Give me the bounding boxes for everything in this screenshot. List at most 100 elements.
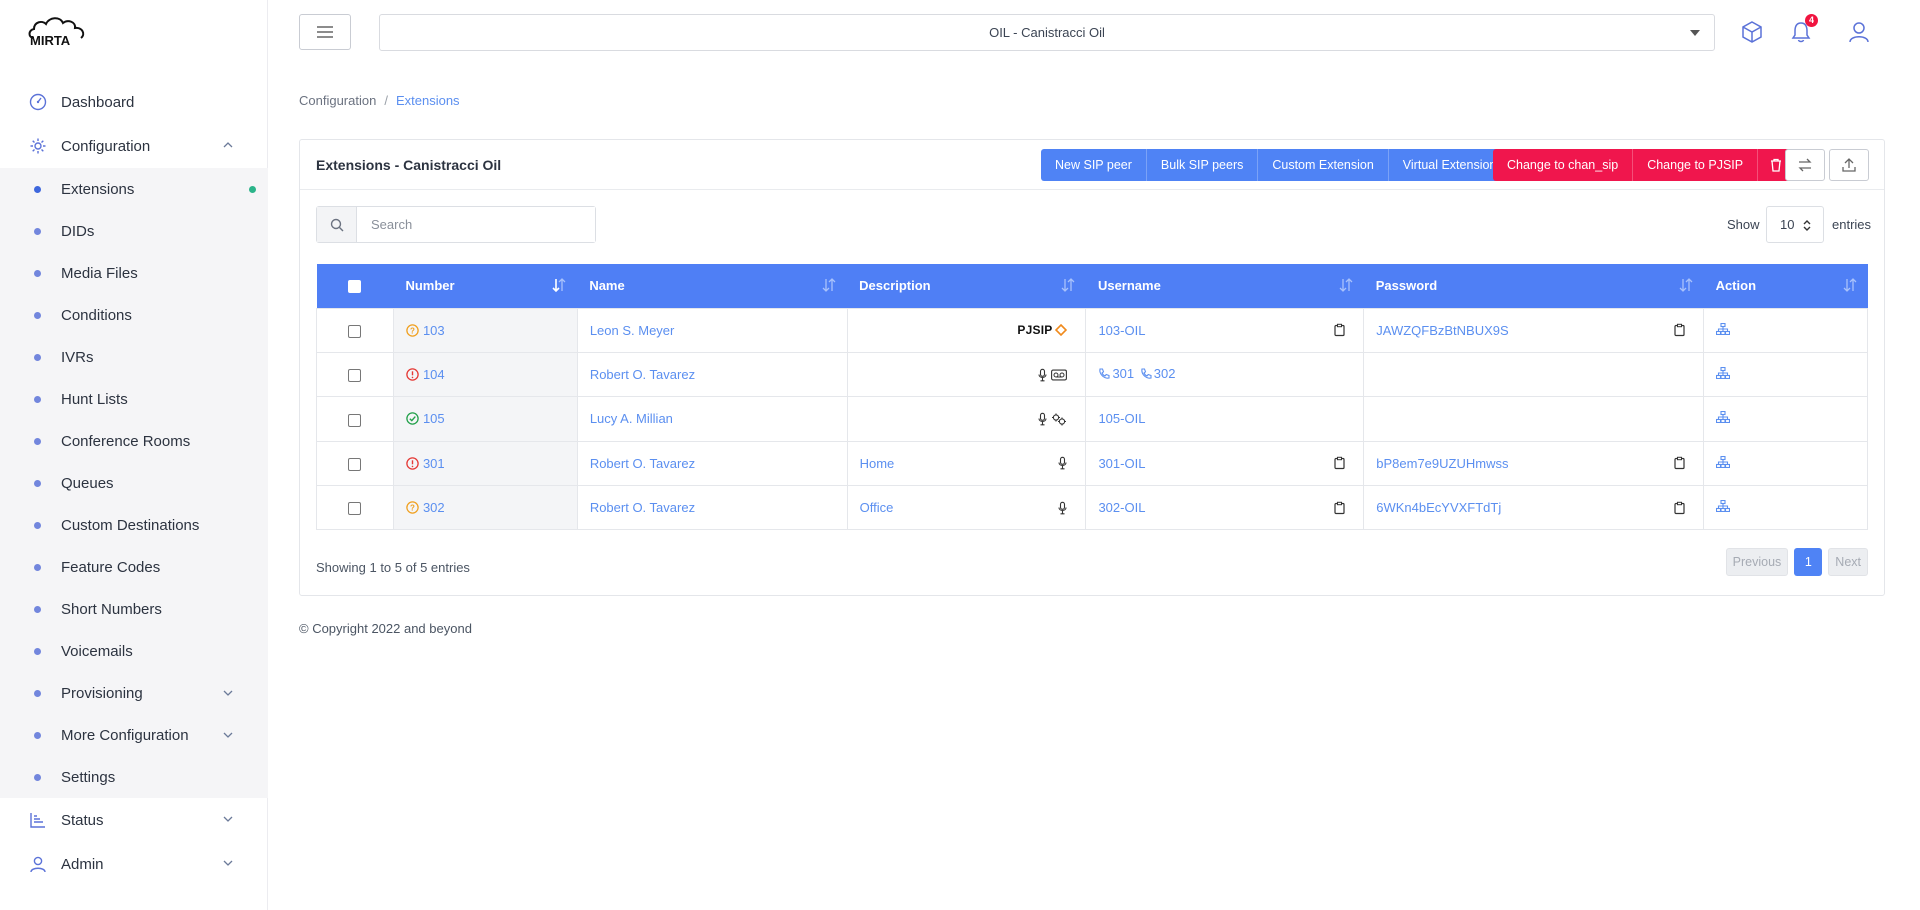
extension-number-link[interactable]: 103 (423, 323, 445, 338)
bullet-icon (34, 648, 41, 655)
sidebar-item-ivrs[interactable]: IVRs (0, 336, 268, 378)
mirta-logo[interactable]: MIRTA (26, 14, 96, 52)
menu-toggle-button[interactable] (299, 14, 351, 50)
page-1-button[interactable]: 1 (1794, 548, 1823, 576)
sidebar-item-status[interactable]: Status (0, 798, 268, 842)
cube-icon[interactable] (1739, 19, 1765, 45)
copy-password-icon[interactable] (1674, 323, 1685, 337)
sidebar-item-hunt-lists[interactable]: Hunt Lists (0, 378, 268, 420)
sidebar-item-extensions[interactable]: Extensions (0, 168, 268, 210)
copy-password-icon[interactable] (1674, 457, 1685, 470)
sidebar-item-queues[interactable]: Queues (0, 462, 268, 504)
sidebar-item-dids[interactable]: DIDs (0, 210, 268, 252)
copy-username-icon[interactable] (1334, 323, 1345, 337)
column-header-action[interactable]: Action (1704, 264, 1868, 308)
export-button[interactable] (1829, 149, 1869, 181)
hierarchy-icon[interactable] (1716, 500, 1731, 513)
bullet-icon (34, 690, 41, 697)
change-to-pjsip-button[interactable]: Change to PJSIP (1633, 149, 1759, 181)
change-to-chan-sip-button[interactable]: Change to chan_sip (1493, 149, 1634, 181)
bell-icon[interactable]: 4 (1788, 14, 1818, 45)
sidebar-item-configuration[interactable]: Configuration (0, 124, 268, 168)
copy-username-icon[interactable] (1334, 501, 1345, 514)
copy-password-icon[interactable] (1674, 501, 1685, 514)
search-input[interactable] (357, 207, 595, 242)
extension-name-link[interactable]: Robert O. Tavarez (590, 500, 695, 515)
page-size-select[interactable]: 10 (1766, 206, 1824, 243)
sidebar-item-more-configuration[interactable]: More Configuration (0, 714, 268, 756)
active-indicator (249, 186, 256, 193)
extension-name-link[interactable]: Robert O. Tavarez (590, 367, 695, 382)
username-value[interactable]: 105-OIL (1098, 411, 1145, 426)
column-header-password[interactable]: Password (1364, 264, 1704, 308)
password-value[interactable]: 6WKn4bEcYVXFTdTj (1376, 500, 1501, 515)
hierarchy-icon[interactable] (1716, 367, 1731, 380)
column-header-username[interactable]: Username (1086, 264, 1364, 308)
row-checkbox[interactable] (348, 457, 362, 471)
row-checkbox[interactable] (348, 324, 362, 338)
hierarchy-icon[interactable] (1716, 411, 1731, 424)
hierarchy-icon[interactable] (1716, 322, 1731, 335)
page-title: Extensions - Canistracci Oil (316, 157, 502, 173)
password-value[interactable]: bP8em7e9UZUHmwss (1376, 456, 1508, 471)
column-header-name[interactable]: Name (577, 264, 847, 308)
copy-username-icon[interactable] (1334, 457, 1345, 470)
sidebar-item-dashboard[interactable]: Dashboard (0, 80, 268, 124)
sidebar-item-feature-codes[interactable]: Feature Codes (0, 546, 268, 588)
sidebar-item-provisioning[interactable]: Provisioning (0, 672, 268, 714)
sidebar-item-settings[interactable]: Settings (0, 756, 268, 798)
select-all-checkbox[interactable] (348, 280, 362, 294)
sidebar-item-conditions[interactable]: Conditions (0, 294, 268, 336)
tenant-select[interactable]: OIL - Canistracci Oil (379, 14, 1715, 51)
user-profile-icon[interactable] (1846, 19, 1872, 45)
extension-number-link[interactable]: 301 (423, 456, 445, 471)
custom-extension-button[interactable]: Custom Extension (1258, 149, 1389, 181)
svg-text:MIRTA: MIRTA (30, 33, 71, 48)
password-value[interactable]: JAWZQFBzBtNBUX9S (1376, 323, 1508, 338)
new-sip-peer-button[interactable]: New SIP peer (1041, 149, 1147, 181)
pjsip-badge-label: PJSIP (1017, 323, 1053, 338)
extension-number-link[interactable]: 105 (423, 411, 445, 426)
sort-icon (1843, 278, 1856, 292)
extension-name-link[interactable]: Robert O. Tavarez (590, 456, 695, 471)
extension-number-link[interactable]: 104 (423, 367, 445, 382)
row-select-cell (316, 396, 394, 442)
column-header-description[interactable]: Description (847, 264, 1086, 308)
row-checkbox[interactable] (348, 413, 362, 427)
bulk-sip-peers-button[interactable]: Bulk SIP peers (1146, 149, 1259, 181)
sidebar-item-custom-destinations[interactable]: Custom Destinations (0, 504, 268, 546)
sidebar-item-admin[interactable]: Admin (0, 842, 268, 886)
transfer-button[interactable] (1785, 149, 1825, 181)
caret-down-icon (1690, 30, 1700, 36)
previous-page-button[interactable]: Previous (1725, 548, 1789, 576)
linked-extension-link[interactable]: 301 (1098, 366, 1134, 381)
microphone-icon (1038, 412, 1048, 426)
column-label: Action (1715, 278, 1757, 294)
linked-extension-number: 301 (1112, 366, 1135, 382)
sidebar-item-label: IVRs (61, 348, 94, 366)
sort-icon (1339, 278, 1353, 292)
username-value[interactable]: 103-OIL (1098, 323, 1145, 338)
linked-extension-link[interactable]: 302 (1140, 366, 1175, 381)
show-label: Show (1727, 217, 1760, 232)
extension-number-link[interactable]: 302 (423, 500, 445, 515)
description-icons (1038, 412, 1067, 426)
sidebar-item-media-files[interactable]: Media Files (0, 252, 268, 294)
next-page-button[interactable]: Next (1828, 548, 1868, 576)
hierarchy-icon[interactable] (1716, 455, 1731, 468)
sidebar-item-label: Media Files (61, 264, 138, 282)
username-value[interactable]: 302-OIL (1098, 500, 1145, 515)
sidebar-item-conference-rooms[interactable]: Conference Rooms (0, 420, 268, 462)
username-value[interactable]: 301-OIL (1098, 456, 1145, 471)
sidebar-item-short-numbers[interactable]: Short Numbers (0, 588, 268, 630)
sidebar-item-voicemails[interactable]: Voicemails (0, 630, 268, 672)
action-cell (1703, 396, 1868, 442)
extension-name-link[interactable]: Leon S. Meyer (590, 323, 675, 338)
row-checkbox[interactable] (348, 369, 362, 383)
row-checkbox[interactable] (348, 502, 362, 516)
breadcrumb-configuration[interactable]: Configuration (299, 93, 376, 108)
extension-name-link[interactable]: Lucy A. Millian (590, 411, 673, 426)
column-header-number[interactable]: Number (393, 264, 577, 308)
chevron-down-icon (223, 690, 233, 696)
bullet-icon (34, 438, 41, 445)
